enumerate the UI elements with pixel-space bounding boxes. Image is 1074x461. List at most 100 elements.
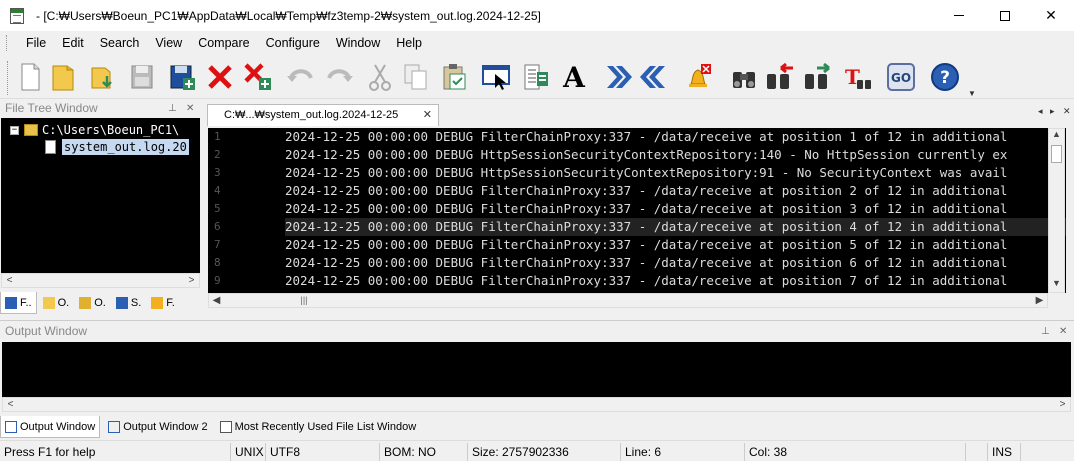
output-tabs: Output Window Output Window 2 Most Recen…	[0, 415, 1074, 439]
menu-file[interactable]: File	[18, 33, 54, 53]
paste-button[interactable]	[438, 60, 470, 94]
status-eol[interactable]: UNIX	[230, 443, 264, 461]
copy-button[interactable]	[400, 60, 432, 94]
tree-file-node[interactable]: system_out.log.20	[45, 139, 189, 155]
editor-line[interactable]: 2024-12-25 00:00:00 DEBUG FilterChainPro…	[285, 218, 1066, 236]
line-number: 5	[214, 202, 221, 215]
tab-scroll-left-icon[interactable]: ◂	[1038, 106, 1043, 117]
menu-edit[interactable]: Edit	[54, 33, 92, 53]
menubar-grip[interactable]	[6, 35, 10, 51]
tree-root-node[interactable]: − C:\Users\Boeun_PC1\	[10, 122, 179, 138]
editor-hscrollbar[interactable]: ◀ ||| ▶	[208, 293, 1048, 308]
close-window-button[interactable]: ✕	[1028, 0, 1074, 31]
find-next-button[interactable]	[802, 60, 834, 94]
find-in-files-button[interactable]: T	[842, 60, 874, 94]
open-recent-button[interactable]	[86, 60, 118, 94]
tab-mru-list[interactable]: Most Recently Used File List Window	[216, 416, 421, 438]
menu-search[interactable]: Search	[92, 33, 148, 53]
editor-vscrollbar[interactable]: ▲ ▼	[1048, 128, 1065, 293]
line-number: 3	[214, 166, 221, 179]
scroll-left-icon[interactable]: <	[3, 398, 18, 411]
editor-line[interactable]: 2024-12-25 00:00:00 DEBUG FilterChainPro…	[285, 182, 1066, 200]
folder-icon	[52, 65, 74, 91]
status-encoding[interactable]: UTF8	[265, 443, 300, 461]
output-title-bar: Output Window ⊥ ✕	[0, 320, 1074, 341]
toolbar-grip[interactable]	[7, 61, 11, 95]
tab-close-all-icon[interactable]: ✕	[1063, 106, 1071, 117]
minimize-button[interactable]	[936, 0, 982, 31]
vscroll-thumb[interactable]	[1051, 145, 1062, 163]
redo-button[interactable]	[324, 60, 356, 94]
app-icon[interactable]	[10, 7, 24, 24]
toolbar: A T GO ? ▼	[0, 55, 1074, 99]
tab-output-window[interactable]: Output Window	[0, 416, 101, 438]
menu-window[interactable]: Window	[328, 33, 388, 53]
close-pane-icon[interactable]: ✕	[1059, 321, 1067, 342]
menu-compare[interactable]: Compare	[190, 33, 257, 53]
editor-tab-label: C:₩...₩system_out.log.2024-12-25	[224, 109, 399, 121]
tab-open-files[interactable]: O.	[39, 292, 74, 314]
output-hscrollbar[interactable]: < >	[2, 397, 1071, 412]
open-folder-button[interactable]	[48, 60, 80, 94]
tree-icon	[5, 296, 17, 309]
tab-favorites[interactable]: F.	[147, 292, 179, 314]
alert-button[interactable]	[682, 60, 714, 94]
file-tree-hscrollbar[interactable]: < >	[1, 273, 200, 288]
output-content[interactable]	[2, 342, 1071, 397]
scroll-left-icon[interactable]: <	[2, 274, 17, 287]
folder-icon	[42, 297, 55, 309]
file-tree-title-bar: File Tree Window ⊥ ✕	[0, 99, 201, 118]
pin-icon[interactable]: ⊥	[168, 99, 177, 118]
maximize-button[interactable]	[982, 0, 1028, 31]
editor-line[interactable]: 2024-12-25 00:00:00 DEBUG FilterChainPro…	[285, 272, 1066, 290]
go-button[interactable]: GO	[885, 60, 917, 94]
font-button[interactable]: A	[558, 60, 590, 94]
menu-help[interactable]: Help	[388, 33, 430, 53]
hscroll-thumb[interactable]: |||	[279, 294, 329, 307]
compare-button[interactable]	[520, 60, 552, 94]
search-icon	[115, 297, 128, 309]
scroll-down-icon[interactable]: ▼	[1049, 278, 1064, 292]
tab-search[interactable]: S.	[112, 292, 145, 314]
tab-open-folder[interactable]: O.	[75, 292, 110, 314]
line-number: 4	[214, 184, 221, 197]
pin-icon[interactable]: ⊥	[1041, 321, 1050, 342]
editor-line[interactable]: 2024-12-25 00:00:00 DEBUG FilterChainPro…	[285, 236, 1066, 254]
editor-line[interactable]: 2024-12-25 00:00:00 DEBUG FilterChainPro…	[285, 128, 1066, 146]
collapse-icon[interactable]: −	[10, 125, 19, 135]
undo-button[interactable]	[284, 60, 316, 94]
cut-button[interactable]	[364, 60, 396, 94]
file-tree[interactable]: − C:\Users\Boeun_PC1\ system_out.log.20	[1, 118, 200, 273]
toolbar-overflow-icon[interactable]: ▼	[968, 89, 976, 98]
editor-tab[interactable]: C:₩...₩system_out.log.2024-12-25 ✕	[207, 104, 439, 126]
scroll-right-icon[interactable]: >	[1055, 398, 1070, 411]
editor-line[interactable]: 2024-12-25 00:00:00 DEBUG HttpSessionSec…	[285, 164, 1066, 182]
tab-scroll-right-icon[interactable]: ▸	[1050, 106, 1055, 117]
find-previous-button[interactable]	[764, 60, 796, 94]
close-file-button[interactable]	[204, 60, 236, 94]
close-tab-icon[interactable]: ✕	[423, 105, 432, 125]
tab-file-tree[interactable]: F..	[0, 292, 37, 314]
editor-line[interactable]: 2024-12-25 00:00:00 DEBUG FilterChainPro…	[285, 200, 1066, 218]
paste-icon	[443, 64, 466, 90]
previous-difference-button[interactable]	[638, 60, 670, 94]
scroll-up-icon[interactable]: ▲	[1049, 129, 1064, 143]
tab-output-window-2[interactable]: Output Window 2	[104, 416, 211, 438]
menu-view[interactable]: View	[147, 33, 190, 53]
save-button[interactable]	[126, 60, 158, 94]
find-in-window-button[interactable]	[480, 60, 512, 94]
next-difference-button[interactable]	[602, 60, 634, 94]
menu-configure[interactable]: Configure	[258, 33, 328, 53]
editor-line[interactable]: 2024-12-25 00:00:00 DEBUG FilterChainPro…	[285, 254, 1066, 272]
editor-area[interactable]: 1 2 3 4 5 6 7 8 9 2024-12-25 00:00:00 DEBUG Filt…	[208, 128, 1066, 293]
find-button[interactable]	[728, 60, 760, 94]
close-all-button[interactable]	[242, 60, 274, 94]
scroll-right-icon[interactable]: >	[184, 274, 199, 287]
close-pane-icon[interactable]: ✕	[186, 99, 194, 118]
scroll-left-icon[interactable]: ◀	[209, 294, 224, 307]
scroll-right-icon[interactable]: ▶	[1032, 294, 1047, 307]
help-button[interactable]: ?	[929, 60, 961, 94]
new-file-button[interactable]	[14, 60, 46, 94]
editor-line[interactable]: 2024-12-25 00:00:00 DEBUG HttpSessionSec…	[285, 146, 1066, 164]
save-all-button[interactable]	[166, 60, 198, 94]
